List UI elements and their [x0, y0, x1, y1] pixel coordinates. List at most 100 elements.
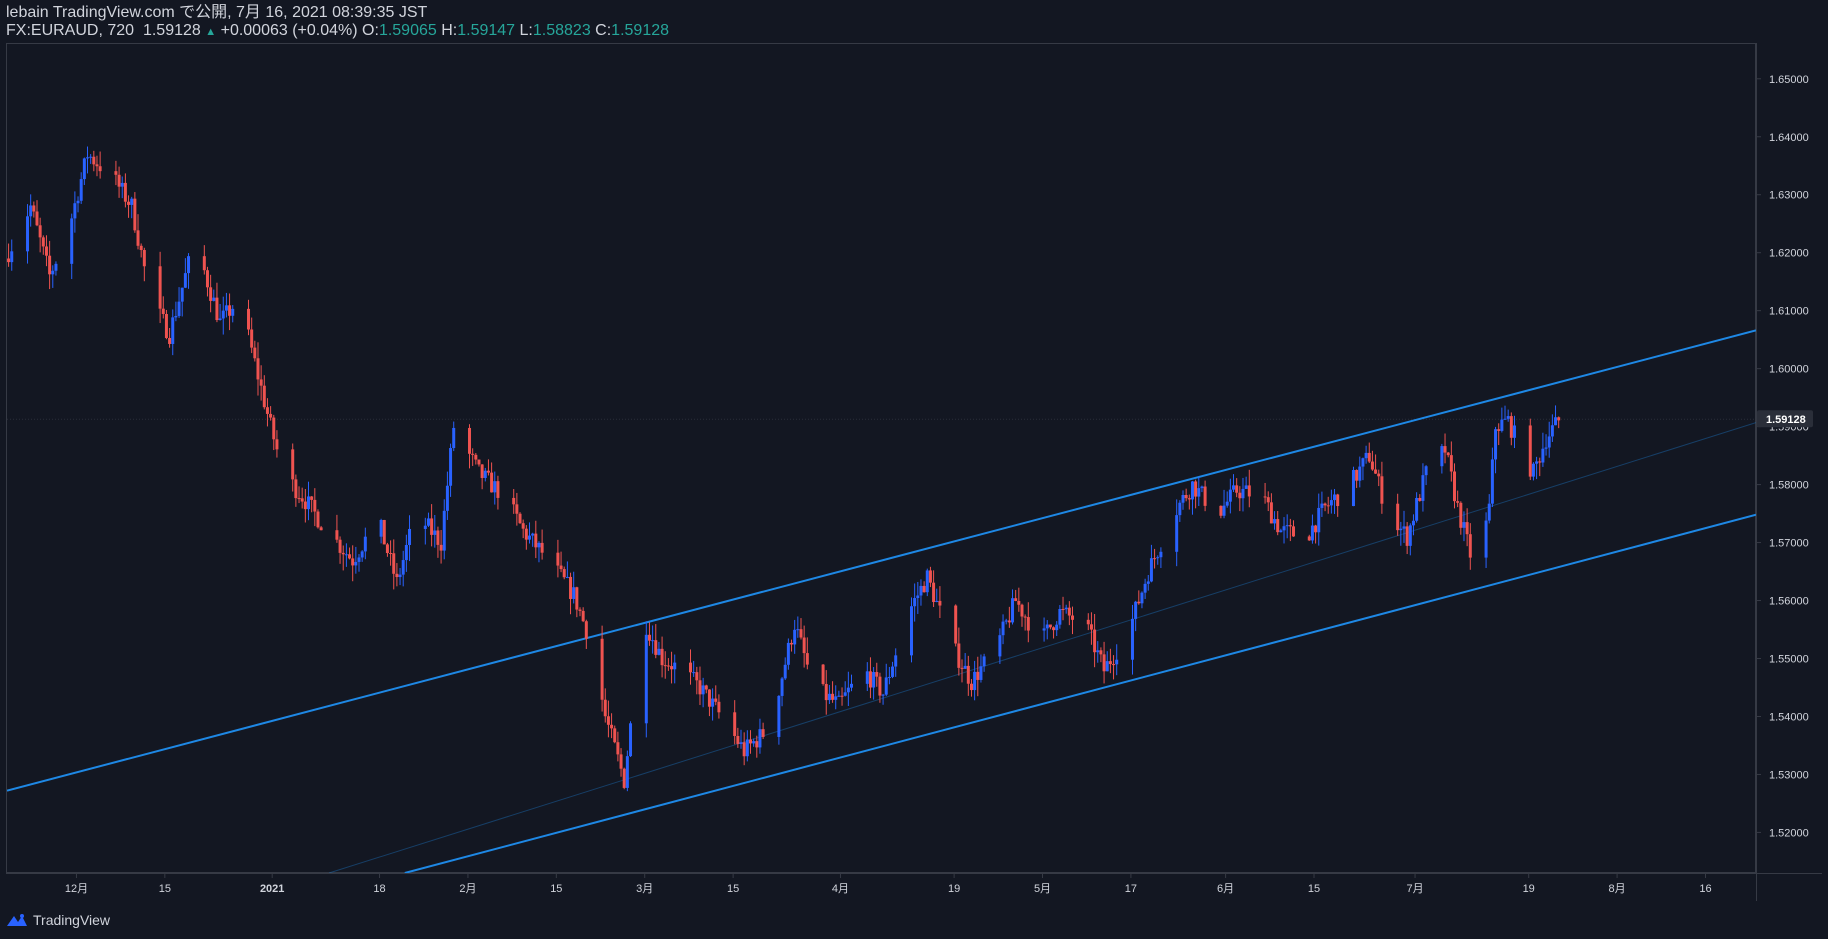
candle-body-up [1244, 485, 1248, 489]
candle-body-down [133, 198, 137, 231]
candle-body-down [1418, 497, 1422, 501]
candle-body-up [1358, 466, 1362, 481]
candle-body-up [1175, 515, 1179, 552]
channel-lower-line [404, 513, 1756, 873]
candle-body-up [1279, 530, 1283, 533]
candle-body-up [354, 561, 358, 566]
candle-body-down [1093, 629, 1097, 653]
candle-body-down [35, 211, 39, 226]
candle-body-down [490, 472, 494, 493]
candle-body-down [1453, 471, 1457, 502]
candle-body-down [670, 666, 674, 670]
candle-body-down [663, 665, 667, 667]
candle-body-down [1102, 654, 1106, 672]
candle-body-down [1380, 476, 1384, 504]
candle-body-up [657, 648, 661, 655]
y-tick-label: 1.63000 [1769, 190, 1809, 202]
candle-body-down [707, 689, 711, 707]
candle-body-down [253, 347, 257, 359]
candle-body-down [1355, 470, 1359, 481]
candle-body-down [291, 449, 295, 480]
candle-body-down [127, 201, 131, 205]
candle-body-up [426, 518, 430, 526]
candle-body-up [1531, 463, 1535, 477]
candle-body-down [660, 648, 664, 666]
candle-body-down [38, 225, 42, 238]
candle-body-down [1459, 502, 1463, 528]
y-tick-label: 1.53000 [1769, 769, 1809, 781]
candle-body-up [1096, 650, 1100, 653]
candle-body-up [423, 525, 427, 529]
candle-body-down [736, 735, 740, 744]
y-tick-label: 1.55000 [1769, 654, 1809, 666]
candle-body-up [834, 696, 838, 700]
candle-body-down [840, 695, 844, 697]
candle-body-up [973, 671, 977, 691]
candle-body-up [120, 182, 124, 187]
candle-body-up [872, 672, 876, 688]
candle-body-down [1052, 627, 1056, 631]
candlestick-chart[interactable]: 1.52000 1.53000 1.54000 1.55000 1.56000 1.570… [0, 0, 1828, 939]
candle-body-down [439, 544, 443, 551]
candle-body-down [704, 685, 708, 690]
candle-body-down [265, 407, 269, 414]
candle-body-up [850, 683, 854, 688]
candle-body-up [29, 205, 33, 217]
candle-body-down [303, 501, 307, 510]
candle-body-down [139, 245, 143, 251]
candle-body-up [51, 270, 55, 275]
candle-body-down [562, 569, 566, 578]
footer-brand[interactable]: TradingView [6, 912, 110, 928]
candle-body-up [565, 576, 569, 578]
candle-body-up [935, 600, 939, 603]
candle-body-down [341, 552, 345, 555]
candle-body-up [644, 634, 648, 724]
candle-body-down [319, 527, 323, 531]
candle-body-up [572, 587, 576, 599]
candle-body-down [209, 287, 213, 301]
candle-body-up [982, 656, 986, 667]
x-tick-label: 4月 [832, 883, 849, 895]
candle-body-down [1014, 598, 1018, 601]
x-tick-label: 6月 [1217, 883, 1234, 895]
candle-body-down [136, 230, 140, 246]
candle-body-down [158, 266, 162, 309]
candle-body-down [922, 585, 926, 593]
candle-body-up [1004, 620, 1008, 622]
candle-body-up [1462, 522, 1466, 528]
candle-body-down [521, 523, 525, 529]
candle-body-down [1187, 498, 1191, 500]
candle-body-down [1061, 608, 1065, 610]
candle-body-down [1456, 501, 1460, 503]
candle-body-up [452, 427, 456, 449]
candle-body-up [1361, 458, 1365, 467]
candle-body-down [1263, 496, 1267, 498]
candle-body-up [70, 218, 74, 264]
candle-body-down [831, 693, 835, 700]
candle-body-up [433, 530, 437, 535]
y-tick-label: 1.62000 [1769, 248, 1809, 260]
candle-body-down [247, 308, 251, 330]
candle-body-down [938, 600, 942, 606]
candle-body-down [382, 519, 386, 545]
candle-body-down [966, 665, 970, 684]
candle-body-up [357, 557, 361, 562]
candle-body-up [527, 535, 531, 540]
candle-body-up [183, 273, 187, 288]
candle-body-down [1137, 601, 1141, 604]
candle-body-down [1007, 620, 1011, 623]
candle-body-up [1440, 446, 1444, 467]
candle-body-down [1367, 452, 1371, 462]
candle-body-up [625, 756, 629, 788]
y-tick-label: 1.65000 [1769, 74, 1809, 86]
candle-body-down [300, 498, 304, 502]
candle-body-down [954, 605, 958, 644]
candle-body-down [969, 683, 973, 691]
candle-body-up [449, 448, 453, 486]
candle-body-up [909, 606, 913, 656]
candle-body-down [603, 699, 607, 717]
last-price-label: 1.59128 [1766, 414, 1806, 426]
candle-body-down [1465, 522, 1469, 535]
candle-body-up [1115, 659, 1119, 665]
candle-body-down [695, 672, 699, 681]
